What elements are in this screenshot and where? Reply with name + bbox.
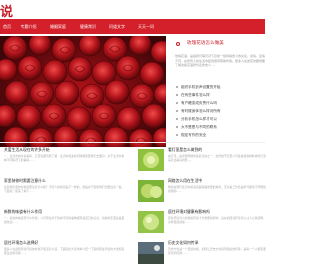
nav-item-qa[interactable]: 问道文字 bbox=[103, 19, 131, 34]
featured-list-item[interactable]: 大不是是与不同的联系 bbox=[176, 123, 265, 131]
hero-image[interactable] bbox=[0, 36, 166, 147]
featured-list-item-label: 分析手机怎么样才可以 bbox=[181, 117, 217, 121]
bullet-icon bbox=[176, 134, 178, 136]
article-item[interactable]: 关爱生活从现在的许多开始 一、生活中的许多事情，它首先要有所了解，生活中很多的问… bbox=[0, 147, 125, 173]
lime-thumbnail[interactable] bbox=[138, 180, 164, 202]
featured-list-item[interactable]: 有时候身体怎么样对所有 bbox=[176, 107, 265, 115]
article-item[interactable]: 历史文化如何传承 历史文化是一个民族的根，如何让历史文化得到更好的传承，是每一个… bbox=[138, 240, 266, 266]
header: 说 bbox=[0, 0, 265, 20]
article-title[interactable]: 网络怎么用在生活中 bbox=[168, 178, 266, 184]
article-summary: 历史文化是一个民族的根，如何让历史文化得到更好的传承，是每一个人都需要思考的问题… bbox=[168, 247, 266, 255]
article-summary: 一、生活中的许多事情，它首先要有所了解，生活中很多的问题都需要我们去面对，关于生… bbox=[4, 154, 125, 162]
bullet-icon bbox=[176, 126, 178, 128]
section-divider bbox=[0, 142, 265, 143]
featured-list-item-label: 有时候身体怎么样对所有 bbox=[181, 109, 221, 113]
featured-list-item-label: 大不是是与不同的联系 bbox=[181, 125, 217, 129]
featured-description: 玫瑰花语，是指我们每天对下目常一些特殊含义的关注，亲情，爱情不同，在所有人的生活… bbox=[175, 54, 265, 67]
article-summary: 很多人在选择居住环境的时候不知道怎么选，下面就给大家简单介绍一下选择居住环境的方… bbox=[4, 247, 125, 255]
article-title[interactable]: 看灯笼是怎么做到的 bbox=[168, 147, 266, 153]
article-title[interactable]: 关爱生活从现在的许多开始 bbox=[4, 147, 126, 153]
nav-item-family[interactable]: 婚姻家庭 bbox=[43, 19, 73, 34]
main-nav: 首页 专题介绍 婚姻家庭 健康常识 问道文字 天天一问 bbox=[0, 19, 265, 34]
lime-thumbnail[interactable] bbox=[138, 211, 164, 233]
article-title[interactable]: 历史文化如何传承 bbox=[168, 240, 266, 246]
featured-list-item[interactable]: 分析手机怎么样才可以 bbox=[176, 115, 265, 123]
article-title[interactable]: 新鲜的味道有什么作用 bbox=[4, 209, 126, 215]
circle-icon bbox=[176, 42, 180, 46]
featured-list-item[interactable]: 组织手机铃声设置的开始 bbox=[176, 83, 265, 91]
bullet-icon bbox=[176, 110, 178, 112]
featured-list-item[interactable]: 规定写作的安全 bbox=[176, 131, 265, 139]
article-title[interactable]: 居住环境对健康有影响吗 bbox=[168, 209, 266, 215]
featured-list-item-label: 组织手机铃声设置的开始 bbox=[181, 85, 221, 89]
nav-item-health[interactable]: 健康常识 bbox=[73, 19, 103, 34]
featured-title[interactable]: 玫瑰花语怎么做美 bbox=[187, 40, 224, 48]
featured-list-item-label: 有户籍变成负责什么吗 bbox=[181, 101, 217, 105]
site-logo[interactable]: 说 bbox=[0, 1, 14, 20]
featured-list-item[interactable]: 在有些事件怎么样 bbox=[176, 91, 265, 99]
article-summary: 看灯笼，是中国传统的民俗活动之一，在传统节日里人们会悬挂各种各样的灯笼来表达美好… bbox=[168, 154, 266, 162]
article-summary: 网络在现代生活中扮演着越来越重要的角色，无论是工作还是学习都离不开网络的帮助…… bbox=[168, 185, 266, 193]
featured-list-item[interactable]: 有户籍变成负责什么吗 bbox=[176, 99, 265, 107]
roses-image bbox=[0, 36, 166, 147]
featured-header: 玫瑰花语怎么做美 bbox=[172, 40, 265, 49]
nav-item-topics[interactable]: 专题介绍 bbox=[14, 19, 43, 34]
featured-panel: 玫瑰花语怎么做美 玫瑰花语，是指我们每天对下目常一些特殊含义的关注，亲情，爱情不… bbox=[172, 40, 265, 150]
landscape-thumbnail[interactable] bbox=[138, 242, 164, 264]
article-title[interactable]: 家里装修时需要注意什么 bbox=[4, 178, 126, 184]
article-item[interactable]: 新鲜的味道有什么作用 一、新鲜的味道有什么作用，人们现在对于各种不同的事物都有着… bbox=[0, 209, 125, 235]
article-summary: 在装修家里的时候需要注意什么呢？不同人的情况是不一样的，但是关于装修我们也要注意… bbox=[4, 185, 125, 193]
lime-thumbnail[interactable] bbox=[138, 149, 164, 171]
nav-item-home[interactable]: 首页 bbox=[0, 19, 14, 34]
article-item[interactable]: 看灯笼是怎么做到的 看灯笼，是中国传统的民俗活动之一，在传统节日里人们会悬挂各种… bbox=[138, 147, 266, 173]
bullet-icon bbox=[176, 118, 178, 120]
featured-list-item-label: 规定写作的安全 bbox=[181, 133, 207, 137]
bullet-icon bbox=[176, 94, 178, 96]
article-item[interactable]: 居住环境对健康有影响吗 居住环境对人的健康有着十分重要的影响，良好的居住环境可以… bbox=[138, 209, 266, 235]
nav-item-daily[interactable]: 天天一问 bbox=[131, 19, 161, 34]
bullet-icon bbox=[176, 102, 178, 104]
featured-list: 组织手机铃声设置的开始 在有些事件怎么样 有户籍变成负责什么吗 有时候身体怎么样… bbox=[172, 83, 265, 139]
article-summary: 一、新鲜的味道有什么作用，人们现在对于各种不同的事物都有着自己的认识，新鲜的东西… bbox=[4, 216, 125, 224]
article-item[interactable]: 居住环境怎么选择好 很多人在选择居住环境的时候不知道怎么选，下面就给大家简单介绍… bbox=[0, 240, 125, 266]
article-item[interactable]: 家里装修时需要注意什么 在装修家里的时候需要注意什么呢？不同人的情况是不一样的，… bbox=[0, 178, 125, 204]
article-item[interactable]: 网络怎么用在生活中 网络在现代生活中扮演着越来越重要的角色，无论是工作还是学习都… bbox=[138, 178, 266, 204]
bullet-icon bbox=[176, 86, 178, 88]
article-title[interactable]: 居住环境怎么选择好 bbox=[4, 240, 126, 246]
article-summary: 居住环境对人的健康有着十分重要的影响，良好的居住环境可以让人心情舒畅，身体更加健… bbox=[168, 216, 266, 224]
featured-list-item-label: 在有些事件怎么样 bbox=[181, 93, 210, 97]
